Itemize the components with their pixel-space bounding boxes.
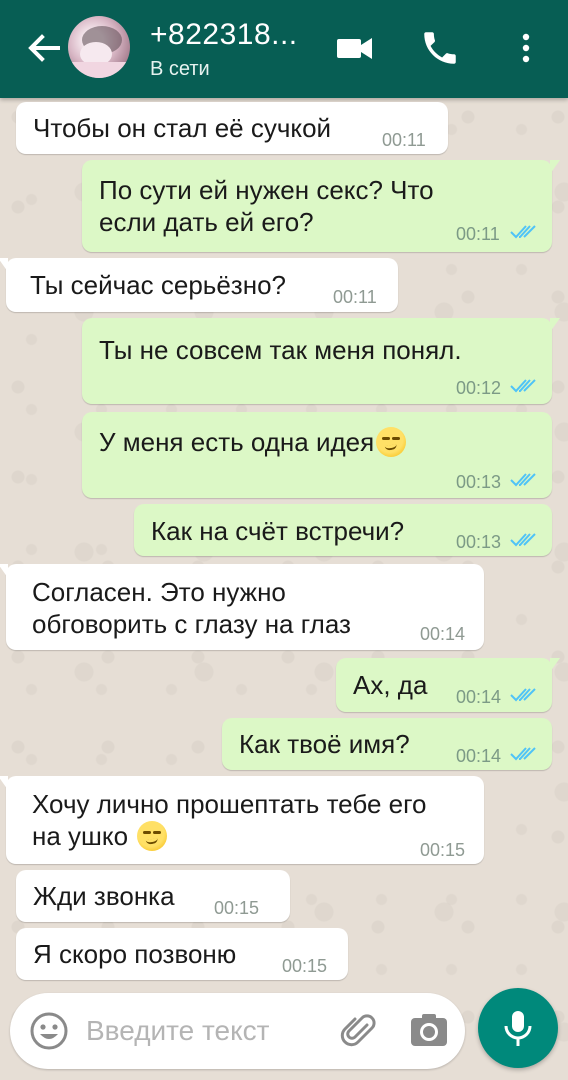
outgoing-message[interactable]: Как на счёт встречи? 00:13 <box>134 504 552 556</box>
attach-icon <box>340 1014 376 1047</box>
incoming-message[interactable]: Согласен. Это нужно обговорить с глазу н… <box>0 564 484 650</box>
chat-header: +822318... В сети <box>0 0 568 98</box>
more-vert-icon <box>522 33 530 63</box>
read-receipt-icon <box>510 379 536 393</box>
message-text: Хочу лично прошептать тебе его на ушко <box>32 789 427 851</box>
message-text: Я скоро позвоню <box>33 939 237 969</box>
back-button[interactable] <box>22 26 66 70</box>
camera-button[interactable] <box>408 1010 450 1052</box>
incoming-message[interactable]: Хочу лично прошептать тебе его на ушко 0… <box>0 776 484 864</box>
read-receipt-icon <box>510 533 536 547</box>
read-receipt-icon <box>510 473 536 487</box>
message-time: 00:13 <box>456 472 502 492</box>
smirking-face-emoji <box>376 427 407 457</box>
message-text: Ты сейчас серьёзно? <box>30 270 286 300</box>
voice-call-button[interactable] <box>419 27 461 69</box>
message-text: Как на счёт встречи? <box>151 516 405 546</box>
message-time: 00:11 <box>382 130 426 150</box>
message-text: По сути ей нужен секс? Что если дать ей … <box>99 175 434 237</box>
message-text: У меня есть одна идея <box>99 426 407 458</box>
phone-icon <box>424 32 456 64</box>
avatar[interactable] <box>68 16 130 78</box>
back-arrow-icon <box>28 34 60 62</box>
message-text: Согласен. Это нужно обговорить с глазу н… <box>32 577 351 639</box>
message-time: 00:14 <box>456 687 502 707</box>
mic-icon <box>504 1011 532 1046</box>
attach-button[interactable] <box>340 1011 380 1051</box>
message-time: 00:15 <box>214 898 260 918</box>
camera-icon <box>411 1014 447 1046</box>
message-time: 00:14 <box>456 746 502 766</box>
incoming-message[interactable]: Ты сейчас серьёзно? 00:11 <box>0 258 398 312</box>
incoming-message[interactable]: Чтобы он стал её сучкой 00:11 <box>16 102 448 154</box>
emoji-button[interactable] <box>28 1010 70 1052</box>
video-call-icon <box>337 38 372 59</box>
message-time: 00:11 <box>456 224 500 244</box>
message-time: 00:14 <box>420 624 466 644</box>
message-input[interactable]: Введите текст <box>86 1015 270 1047</box>
outgoing-message[interactable]: У меня есть одна идея 00:13 <box>82 412 552 498</box>
more-options-button[interactable] <box>506 27 546 69</box>
smirking-face-emoji <box>137 821 168 851</box>
message-composer: Введите текст <box>10 993 465 1069</box>
voice-record-button[interactable] <box>478 988 558 1068</box>
outgoing-message[interactable]: Ах, да 00:14 <box>336 658 560 712</box>
message-time: 00:11 <box>333 287 377 307</box>
incoming-message[interactable]: Я скоро позвоню 00:15 <box>16 928 348 980</box>
message-text: Как твоё имя? <box>239 729 410 759</box>
message-text: Ах, да <box>353 670 428 700</box>
message-time: 00:15 <box>420 840 466 860</box>
read-receipt-icon <box>510 225 536 239</box>
read-receipt-icon <box>510 747 536 761</box>
message-text: Жди звонка <box>33 881 175 911</box>
video-call-button[interactable] <box>334 27 376 69</box>
emoji-icon <box>30 1012 68 1050</box>
outgoing-message[interactable]: Ты не совсем так меня понял. 00:12 <box>82 318 560 404</box>
contact-status: В сети <box>150 58 210 80</box>
message-time: 00:12 <box>456 378 502 398</box>
outgoing-message[interactable]: По сути ей нужен секс? Что если дать ей … <box>82 160 560 252</box>
message-time: 00:13 <box>456 532 502 552</box>
message-time: 00:15 <box>282 956 328 976</box>
read-receipt-icon <box>510 688 536 702</box>
outgoing-message[interactable]: Как твоё имя? 00:14 <box>222 718 552 770</box>
message-text: Ты не совсем так меня понял. <box>99 335 462 365</box>
contact-name[interactable]: +822318... <box>150 18 298 52</box>
incoming-message[interactable]: Жди звонка 00:15 <box>16 870 290 922</box>
message-text: Чтобы он стал её сучкой <box>33 113 332 143</box>
